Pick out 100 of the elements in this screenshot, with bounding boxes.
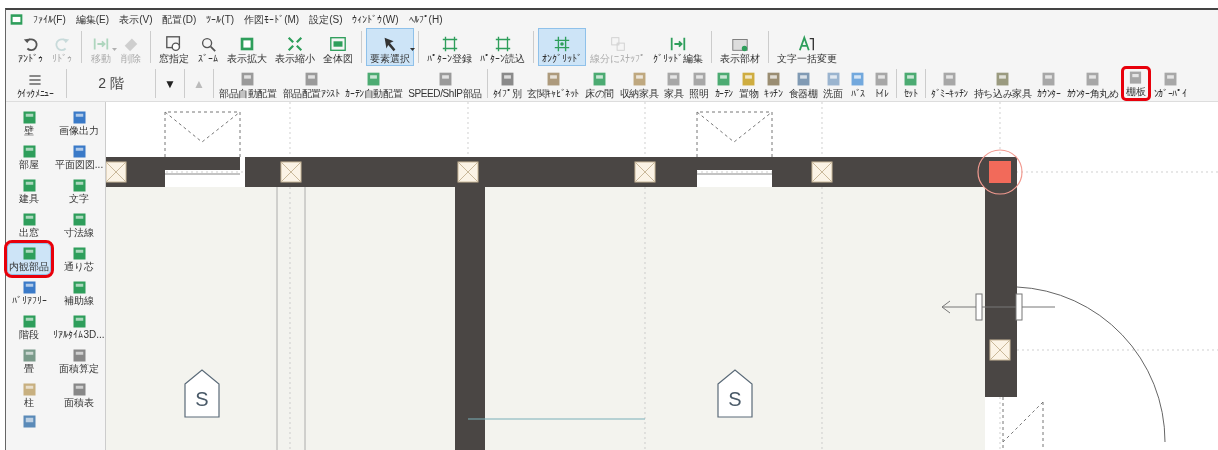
panel-icon <box>21 110 37 125</box>
tool-button[interactable]: 床の間 <box>582 66 617 101</box>
panel-button[interactable]: ﾊﾞﾘｱﾌﾘｰ <box>7 277 51 309</box>
tool-button[interactable]: 家具 <box>661 66 687 101</box>
panel-button[interactable]: 面積表 <box>53 379 105 411</box>
menu-item[interactable]: 作図ﾓｰﾄﾞ(M) <box>244 11 300 27</box>
tool-button[interactable]: 全体図 <box>319 28 357 66</box>
column-marker[interactable] <box>989 161 1011 183</box>
tool-button[interactable]: 照明 <box>686 66 712 101</box>
tool-button[interactable]: ﾄｲﾚ <box>869 66 894 101</box>
menu-item[interactable]: ｳｨﾝﾄﾞｳ(W) <box>352 11 399 27</box>
menu-item[interactable]: 配置(D) <box>162 11 197 27</box>
tool-button[interactable]: ｾｯﾄ <box>898 66 923 101</box>
panel-icon <box>71 178 87 193</box>
tool-button[interactable]: ﾀﾞﾐｰｷｯﾁﾝ <box>927 66 971 101</box>
tool-button[interactable]: 玄関ｷｬﾋﾞﾈｯﾄ <box>524 66 582 101</box>
grid-icon <box>440 35 459 53</box>
panel-button[interactable]: 階段 <box>7 311 51 343</box>
shrink-icon <box>286 35 304 53</box>
tool-button[interactable]: 持ち込み家具 <box>970 66 1035 101</box>
tool-button[interactable]: ｱﾝﾄﾞｩ <box>14 28 47 66</box>
selection-halo <box>977 149 1023 195</box>
text-icon <box>798 35 816 53</box>
tool-button[interactable]: 表示縮小 <box>271 28 319 66</box>
panel-button[interactable]: 畳 <box>7 345 51 377</box>
tool-button[interactable]: 窓指定 <box>155 28 193 66</box>
panel-icon <box>21 144 37 159</box>
panel-button[interactable]: 補助線 <box>53 277 105 309</box>
panel-button[interactable]: 壁 <box>7 107 51 139</box>
panel-icon <box>71 314 87 329</box>
tool-button[interactable]: ﾊﾟﾀｰﾝ登録 <box>423 28 476 66</box>
panel-button[interactable]: ﾘｱﾙﾀｲﾑ3D... <box>53 311 105 343</box>
tool-button[interactable]: 表示拡大 <box>223 28 271 66</box>
column-marker[interactable] <box>989 339 1011 361</box>
undo-icon <box>21 35 40 53</box>
tool-button[interactable]: 収納家具 <box>616 66 662 101</box>
panel-button[interactable]: 柱 <box>7 379 51 411</box>
tool-button[interactable]: ｶｳﾝﾀｰ <box>1034 66 1064 101</box>
panel-button[interactable]: 通り芯 <box>53 243 105 275</box>
zoom-icon <box>199 35 217 53</box>
expand-icon <box>238 35 256 53</box>
panel-button[interactable]: 画像出力 <box>53 107 105 139</box>
tool-button[interactable]: 部品自動配置 <box>216 66 280 101</box>
panel-button[interactable]: 平面図図... <box>53 141 105 173</box>
panel-button[interactable]: 文字 <box>53 175 105 207</box>
tool-button[interactable]: 食器棚 <box>785 66 821 101</box>
menu-item[interactable]: ﾌｧｲﾙ(F) <box>33 11 66 27</box>
floor-selector[interactable]: 2 階 <box>69 66 153 101</box>
menu-item[interactable]: 表示(V) <box>119 11 153 27</box>
tool-button[interactable]: 文字一括変更 <box>773 28 841 66</box>
tool-button[interactable]: ｷｯﾁﾝ <box>761 66 786 101</box>
panel-icon <box>71 280 87 295</box>
tool-button[interactable]: ｵﾝｸﾞﾘｯﾄﾞ <box>538 28 586 66</box>
column-marker[interactable] <box>280 161 302 183</box>
panel-button[interactable]: 部屋 <box>7 141 51 173</box>
room-tag-label: S <box>728 388 742 410</box>
menu-item[interactable]: ﾍﾙﾌﾟ(H) <box>408 11 443 27</box>
tool-button[interactable]: ﾀｲﾌﾟ別 <box>489 66 525 101</box>
tool-button[interactable]: 要素選択 <box>366 28 414 66</box>
tool-button[interactable]: ｸﾞﾘｯﾄﾞ編集 <box>649 28 707 66</box>
tool-button[interactable]: 部品配置ｱｼｽﾄ <box>279 66 343 101</box>
column-marker[interactable] <box>811 161 833 183</box>
panel-button[interactable]: 内観部品 <box>7 243 51 275</box>
panel-icon <box>71 144 87 159</box>
menu-item[interactable]: ﾂｰﾙ(T) <box>206 11 235 27</box>
panel-button[interactable]: 建具 <box>7 175 51 207</box>
floor-down-button[interactable]: ▼ <box>158 66 182 101</box>
panel-button[interactable]: 出窓 <box>7 209 51 241</box>
tool-button[interactable]: ｸｲｯｸﾒﾆｭｰ <box>6 66 64 101</box>
panel-icon <box>71 382 87 397</box>
tool-button[interactable]: ﾊﾟﾀｰﾝ読込 <box>476 28 529 66</box>
tool-button[interactable]: 洗面 <box>820 66 846 101</box>
tool-button[interactable]: ﾊﾞｽ <box>845 66 870 101</box>
panel-button[interactable]: 面積算定 <box>53 345 105 377</box>
panel-icon <box>71 246 87 261</box>
panel-icon <box>71 212 87 227</box>
tool-button[interactable]: SPEED/ShIP部品 <box>405 66 485 101</box>
panel-icon <box>21 280 37 295</box>
tool-button[interactable]: 置物 <box>736 66 762 101</box>
column-marker[interactable] <box>457 161 479 183</box>
arrow-icon <box>669 35 687 53</box>
tool-button[interactable]: ｽﾞｰﾑ <box>193 28 223 66</box>
tool-button[interactable]: ｶｳﾝﾀｰ角丸め <box>1063 66 1122 101</box>
room-tag-label: S <box>195 388 209 410</box>
panel-icon <box>21 382 37 397</box>
column-marker[interactable] <box>634 161 656 183</box>
column-marker[interactable] <box>106 161 127 183</box>
grid-icon <box>493 35 512 53</box>
panel-icon <box>71 348 87 363</box>
menu-item[interactable]: 設定(S) <box>309 11 343 27</box>
zoom-icon <box>165 35 183 53</box>
tool-button[interactable]: ｶｰﾃﾝ <box>711 66 737 101</box>
grid-icon <box>553 35 571 53</box>
panel-icon <box>71 110 87 125</box>
panel-button[interactable]: 寸法線 <box>53 209 105 241</box>
panel-icon <box>21 246 37 261</box>
tool-button[interactable]: ｶｰﾃﾝ自動配置 <box>342 66 406 101</box>
tool-button[interactable]: ﾝｶﾞｰﾊﾟｲ <box>1150 66 1190 101</box>
tool-button[interactable]: 表示部材 <box>716 28 764 66</box>
menu-item[interactable]: 編集(E) <box>75 11 110 27</box>
